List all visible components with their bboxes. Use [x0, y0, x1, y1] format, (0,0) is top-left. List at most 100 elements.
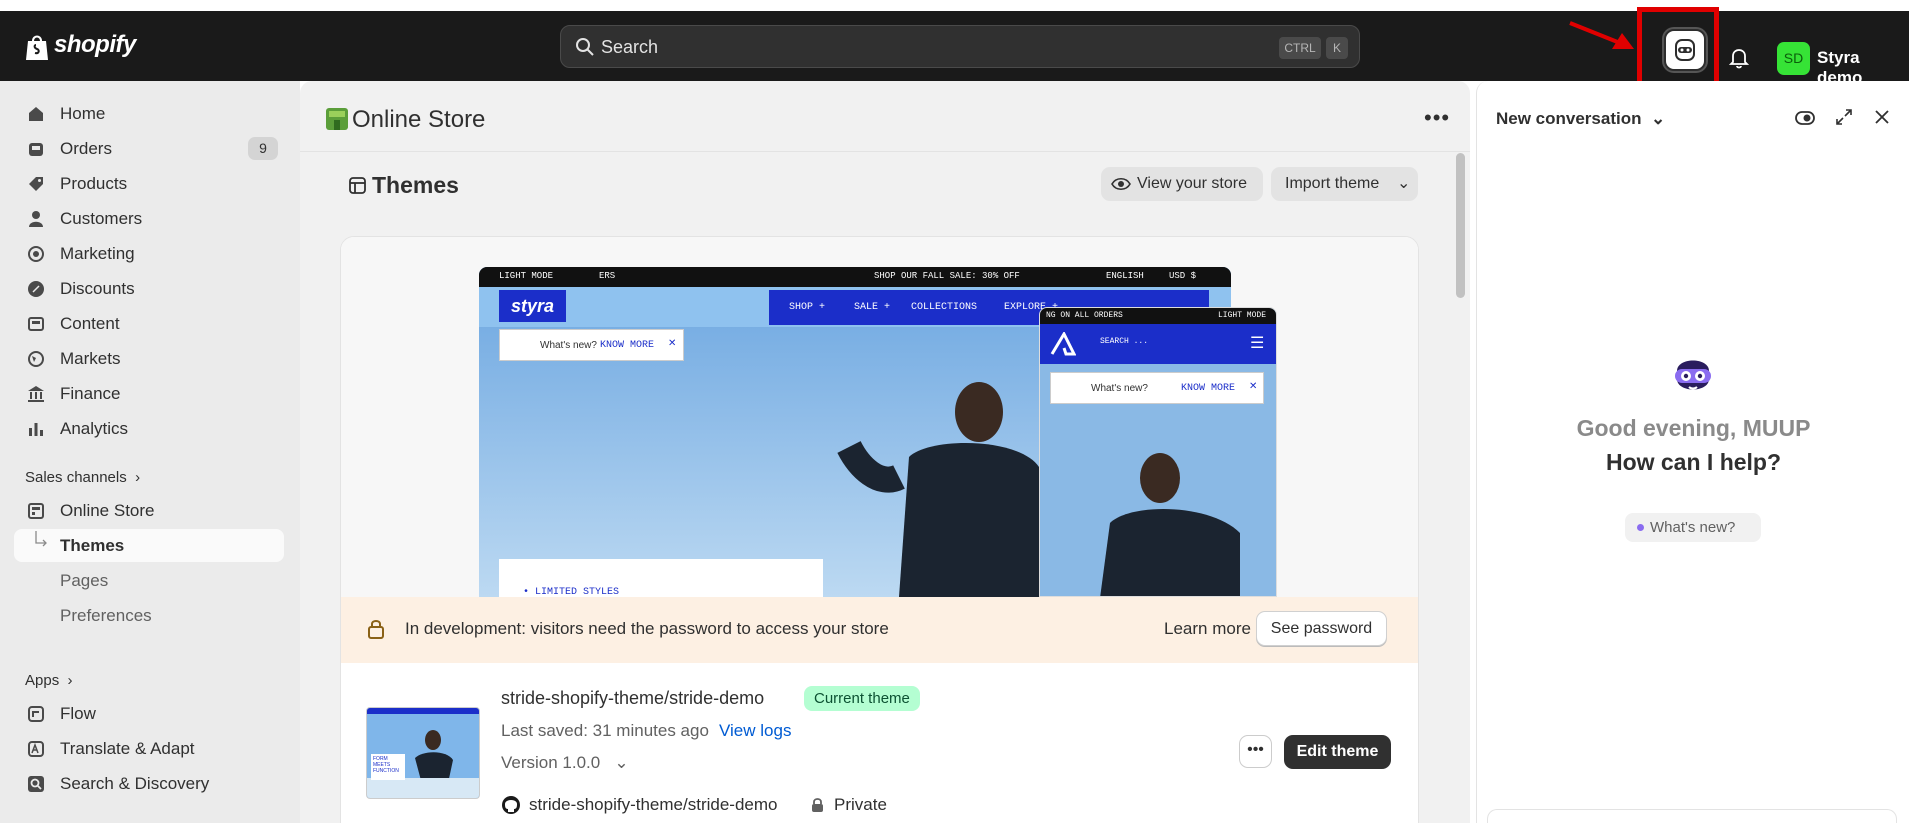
page-header: Online Store ••• — [300, 81, 1470, 152]
mobile-nav: SEARCH ... ☰ — [1040, 324, 1276, 364]
apps-heading[interactable]: Apps › — [25, 672, 73, 689]
sidebar-item-label: Content — [60, 314, 120, 333]
mobile-bar-text: NG ON ALL ORDERS — [1046, 311, 1123, 320]
view-store-button[interactable]: View your store — [1101, 167, 1263, 201]
sale-banner: SHOP OUR FALL SALE: 30% OFF — [874, 271, 1020, 281]
section-label: Apps — [25, 672, 60, 689]
sidebar-item-pages[interactable]: Pages — [14, 564, 284, 597]
private-lock-icon — [812, 798, 823, 812]
styra-logo: styra — [499, 290, 566, 322]
sidebar-item-label: Preferences — [60, 606, 152, 625]
sidebar-item-label: Home — [60, 104, 106, 123]
dev-notice-text: In development: visitors need the passwo… — [405, 619, 889, 638]
whats-new-text: What's new? — [540, 340, 597, 351]
thumbnail-image — [367, 708, 479, 798]
sidebar-item-discounts[interactable]: Discounts — [14, 272, 284, 305]
theme-thumbnail[interactable]: FORM MEETS FUNCTION — [366, 707, 480, 799]
shopify-logo[interactable]: shopify — [54, 31, 136, 59]
sidebar-item-finance[interactable]: Finance — [14, 377, 284, 410]
sidebar-item-marketing[interactable]: Marketing — [14, 237, 284, 270]
thumbnail-caption: FORM MEETS FUNCTION — [373, 756, 399, 774]
red-arrow-annotation — [1569, 21, 1634, 49]
sales-channels-heading[interactable]: Sales channels › — [25, 469, 140, 486]
sidebar-item-customers[interactable]: Customers — [14, 202, 284, 235]
preview-menu-item: SHOP + — [789, 302, 826, 313]
whats-new-text: What's new? — [1091, 383, 1148, 394]
mobile-light-mode: LIGHT MODE — [1218, 311, 1267, 320]
notifications-bell-icon[interactable] — [1728, 47, 1750, 74]
version-label: Version 1.0.0 — [501, 753, 601, 772]
sidebar-item-content[interactable]: Content — [14, 307, 284, 340]
sidekick-mascot-icon — [1675, 360, 1711, 390]
sidebar-item-label: Search & Discovery — [60, 774, 210, 793]
sidebar-item-analytics[interactable]: Analytics — [14, 412, 284, 445]
toggle-view-icon[interactable] — [1795, 110, 1815, 126]
sidebar-item-online-store[interactable]: Online Store — [14, 494, 284, 527]
chevron-right-icon: › — [63, 672, 73, 689]
current-theme-card: LIGHT MODE ERS SHOP OUR FALL SALE: 30% O… — [340, 236, 1419, 823]
repo-name[interactable]: stride-shopify-theme/stride-demo — [529, 795, 777, 815]
sidebar-item-label: Marketing — [60, 244, 135, 263]
chevron-right-icon: › — [130, 469, 141, 486]
sidebar-item-label: Markets — [60, 349, 121, 368]
sidebar-item-markets[interactable]: Markets — [14, 342, 284, 375]
version-selector[interactable]: Version 1.0.0 ⌄ — [501, 753, 629, 773]
expand-icon[interactable] — [1835, 108, 1853, 126]
chip-label: What's new? — [1650, 519, 1736, 536]
person-icon — [29, 211, 43, 227]
home-icon — [29, 107, 43, 121]
know-more-link: KNOW MORE — [600, 340, 655, 351]
theme-preview[interactable]: LIGHT MODE ERS SHOP OUR FALL SALE: 30% O… — [341, 237, 1418, 597]
dev-password-banner: In development: visitors need the passwo… — [341, 597, 1418, 663]
greeting-text: Good evening, MUUP — [1576, 415, 1811, 441]
section-title: Themes — [372, 172, 459, 198]
styra-mark-icon — [1050, 332, 1076, 356]
light-mode-toggle: LIGHT MODE — [499, 271, 554, 281]
whats-new-chip[interactable]: What's new? — [1625, 513, 1761, 542]
sidekick-assistant-button[interactable] — [1664, 29, 1706, 71]
view-logs-link[interactable]: View logs — [719, 721, 791, 741]
sidebar-item-flow[interactable]: Flow — [14, 697, 284, 730]
chat-input-edge[interactable] — [1487, 809, 1897, 823]
chevron-down-icon: ⌄ — [604, 753, 629, 772]
conversation-title: New conversation — [1496, 109, 1642, 128]
kbd-ctrl: CTRL — [1279, 37, 1321, 59]
user-avatar[interactable]: SD — [1777, 42, 1810, 75]
sidebar-item-themes[interactable]: Themes — [14, 529, 284, 562]
image-icon — [28, 317, 44, 331]
sidebar-item-preferences[interactable]: Preferences — [14, 599, 284, 632]
sidebar-item-home[interactable]: Home — [14, 97, 284, 130]
sidebar-item-translate-adapt[interactable]: Translate & Adapt — [14, 732, 284, 765]
shopify-bag-icon — [26, 35, 48, 60]
bar-chart-icon — [29, 423, 43, 436]
sidebar: Home Orders 9 Products Customers Marketi… — [0, 81, 300, 823]
theme-more-actions-button[interactable]: ••• — [1239, 735, 1272, 768]
github-icon — [502, 796, 520, 814]
sidebar-item-label: Translate & Adapt — [60, 739, 195, 758]
sidebar-item-search-discovery[interactable]: Search & Discovery — [14, 767, 284, 800]
scrollbar[interactable] — [1456, 153, 1465, 298]
eye-icon — [1111, 177, 1131, 191]
visibility-label: Private — [834, 795, 887, 814]
edit-theme-button[interactable]: Edit theme — [1284, 735, 1391, 769]
conversation-selector[interactable]: New conversation ⌄ — [1496, 109, 1665, 129]
sidebar-item-label: Orders — [60, 139, 112, 158]
limited-styles-text: • LIMITED STYLES — [523, 587, 620, 597]
sidebar-item-label: Themes — [60, 536, 125, 555]
top-bar: shopify Search CTRL K SD Styra demo — [0, 11, 1909, 87]
hamburger-menu-icon: ☰ — [1250, 335, 1265, 352]
search-bar[interactable]: Search CTRL K — [560, 25, 1360, 68]
sidebar-item-label: Customers — [60, 209, 143, 228]
sidebar-item-products[interactable]: Products — [14, 167, 284, 200]
language-select: ENGLISH — [1106, 271, 1144, 281]
learn-more-link[interactable]: Learn more — [1164, 619, 1251, 639]
close-icon: ✕ — [1249, 381, 1258, 392]
close-icon[interactable] — [1874, 109, 1890, 125]
preview-menu-item: COLLECTIONS — [911, 302, 978, 313]
import-theme-button[interactable]: Import theme ⌄ — [1271, 167, 1418, 201]
see-password-button[interactable]: See password — [1256, 611, 1387, 646]
import-theme-label: Import theme — [1285, 175, 1380, 192]
sidebar-item-orders[interactable]: Orders 9 — [14, 132, 284, 165]
more-actions-icon[interactable]: ••• — [1424, 105, 1450, 131]
mobile-search: SEARCH ... — [1100, 337, 1149, 346]
